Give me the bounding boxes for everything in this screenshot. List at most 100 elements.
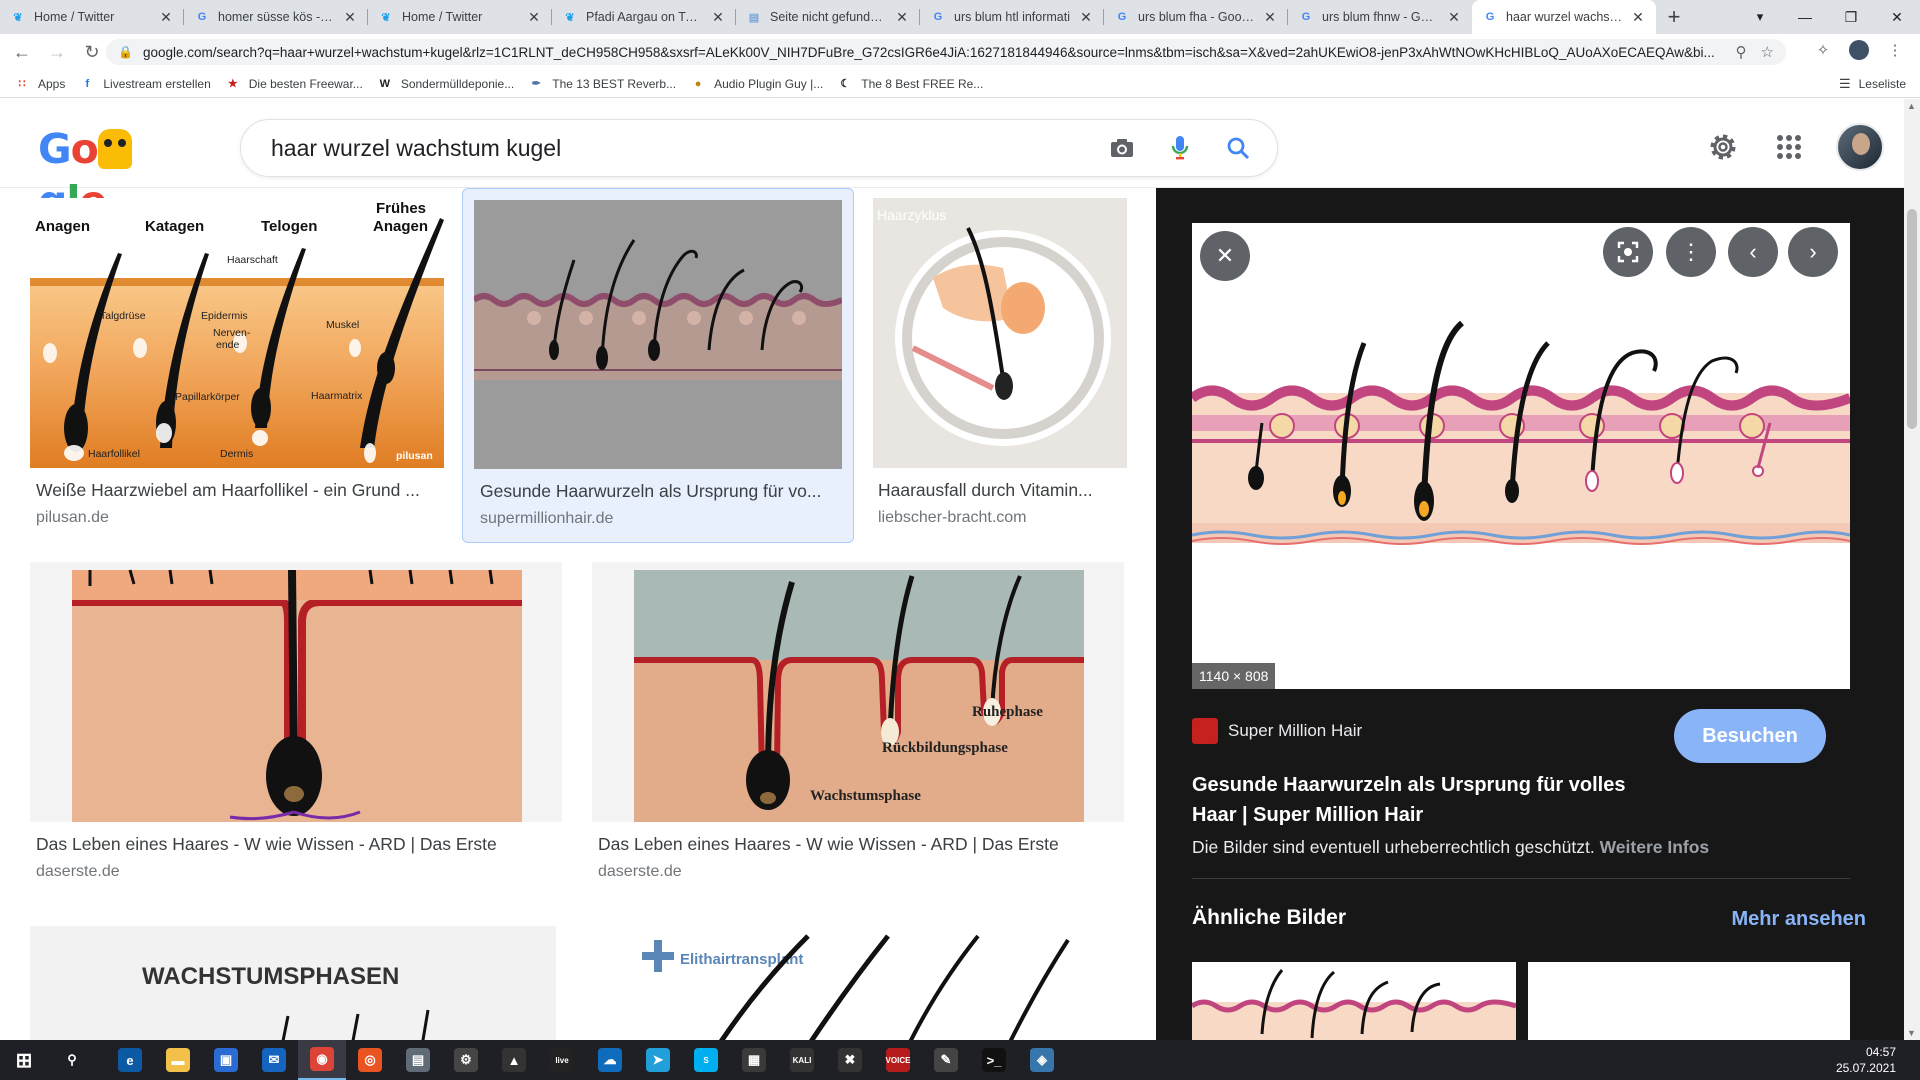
preview-source[interactable]: Super Million Hair	[1192, 718, 1362, 744]
scroll-down-icon[interactable]: ▼	[1907, 1028, 1916, 1038]
taskbar-item[interactable]: KALI	[778, 1040, 826, 1080]
taskbar-item[interactable]: ◎	[346, 1040, 394, 1080]
result-card[interactable]: Haarzyklus Haarausfall durch Vitamin... …	[868, 198, 1134, 538]
taskbar-item[interactable]: ✖	[826, 1040, 874, 1080]
bookmark-star-icon[interactable]: ☆	[1761, 43, 1774, 61]
source-name[interactable]: Super Million Hair	[1228, 721, 1362, 741]
reload-icon[interactable]: ↻	[79, 39, 105, 65]
browser-tab[interactable]: Gurs blum htl informati ✕	[920, 0, 1104, 34]
preview-image[interactable]: 1140 × 808 ✕ ⋮ ‹ ›	[1189, 223, 1852, 689]
browser-tab[interactable]: Gurs blum fhnw - Goog ✕	[1288, 0, 1472, 34]
bookmark-item[interactable]: ● Audio Plugin Guy |...	[690, 76, 824, 92]
url-text[interactable]: google.com/search?q=haar+wurzel+wachstum…	[143, 45, 1722, 60]
taskbar-item[interactable]: live	[538, 1040, 586, 1080]
result-source[interactable]: daserste.de	[36, 863, 120, 881]
taskbar-item[interactable]: ▲	[490, 1040, 538, 1080]
browser-tab[interactable]: Gurs blum fha - Google ✕	[1104, 0, 1288, 34]
taskbar-item[interactable]: ◈	[1018, 1040, 1066, 1080]
microphone-icon[interactable]	[1165, 133, 1195, 163]
search-input[interactable]: haar wurzel wachstum kugel	[240, 119, 1278, 177]
system-clock[interactable]: 04:57 25.07.2021	[1836, 1044, 1896, 1076]
taskbar-item[interactable]: VOICE	[874, 1040, 922, 1080]
taskbar-item[interactable]: ▬	[154, 1040, 202, 1080]
result-card-selected[interactable]: Gesunde Haarwurzeln als Ursprung für vo.…	[462, 188, 854, 543]
taskbar-item[interactable]: ▤	[394, 1040, 442, 1080]
tab-close-icon[interactable]: ✕	[158, 9, 174, 26]
taskbar-item[interactable]: S	[682, 1040, 730, 1080]
taskbar-item[interactable]: ➤	[634, 1040, 682, 1080]
browser-tab[interactable]: ❦ Home / Twitter ✕	[368, 0, 552, 34]
more-options-icon[interactable]: ⋮	[1666, 227, 1716, 277]
new-tab-icon[interactable]: +	[1656, 0, 1692, 34]
more-info-link[interactable]: Weitere Infos	[1600, 837, 1710, 857]
result-source[interactable]: supermillionhair.de	[480, 510, 613, 528]
search-icon[interactable]	[1223, 133, 1253, 163]
result-source[interactable]: pilusan.de	[36, 509, 109, 527]
result-source[interactable]: daserste.de	[598, 863, 682, 881]
bookmark-item[interactable]: ∷ Apps	[14, 76, 66, 92]
taskbar-item[interactable]: ▦	[730, 1040, 778, 1080]
tab-close-icon[interactable]: ✕	[1630, 9, 1646, 26]
menu-kebab-icon[interactable]: ⋮	[1884, 39, 1906, 61]
result-thumbnail[interactable]: Haarzyklus	[873, 198, 1127, 468]
result-title[interactable]: Weiße Haarzwiebel am Haarfollikel - ein …	[36, 480, 440, 501]
result-card[interactable]: Anagen Katagen Telogen Frühes Anagen Haa…	[28, 198, 448, 538]
restore-icon[interactable]: ❐	[1828, 0, 1874, 34]
result-title[interactable]: Haarausfall durch Vitamin...	[878, 480, 1128, 501]
result-title[interactable]: Das Leben eines Haares - W wie Wissen - …	[598, 834, 1118, 855]
bookmark-item[interactable]: f Livestream erstellen	[79, 76, 211, 92]
taskbar-item[interactable]: e	[106, 1040, 154, 1080]
tab-close-icon[interactable]: ✕	[1078, 9, 1094, 26]
reading-list[interactable]: ☰ Leseliste	[1839, 76, 1906, 92]
scroll-up-icon[interactable]: ▲	[1907, 101, 1916, 111]
result-title[interactable]: Das Leben eines Haares - W wie Wissen - …	[36, 834, 556, 855]
zoom-icon[interactable]: ⚲	[1736, 43, 1747, 61]
tab-close-icon[interactable]: ✕	[342, 9, 358, 26]
tab-close-icon[interactable]: ✕	[894, 9, 910, 26]
visit-button[interactable]: Besuchen	[1674, 709, 1826, 763]
settings-gear-icon[interactable]	[1704, 128, 1742, 166]
extensions-icon[interactable]: ✧	[1812, 39, 1834, 61]
tab-close-icon[interactable]: ✕	[1262, 9, 1278, 26]
taskbar-item[interactable]: ✎	[922, 1040, 970, 1080]
result-card[interactable]: Elithairtransplant	[586, 926, 1128, 1040]
browser-tab[interactable]: ❦ Pfadi Aargau on Twitte ✕	[552, 0, 736, 34]
result-thumbnail[interactable]: Elithairtransplant	[588, 926, 1126, 1040]
address-bar[interactable]: 🔒 google.com/search?q=haar+wurzel+wachst…	[106, 39, 1786, 65]
taskbar-item[interactable]: ☁	[586, 1040, 634, 1080]
forward-icon[interactable]: →	[44, 39, 70, 65]
result-source[interactable]: liebscher-bracht.com	[878, 509, 1027, 527]
tab-close-icon[interactable]: ✕	[710, 9, 726, 26]
result-thumbnail[interactable]: Anagen Katagen Telogen Frühes Anagen Haa…	[30, 198, 444, 468]
similar-image-thumb[interactable]	[1192, 962, 1516, 1040]
taskbar-item[interactable]: ⊞	[0, 1040, 48, 1080]
result-thumbnail[interactable]	[30, 562, 562, 822]
back-icon[interactable]: ←	[9, 39, 35, 65]
account-avatar[interactable]	[1836, 123, 1884, 171]
taskbar-item[interactable]: ⚙	[442, 1040, 490, 1080]
tab-close-icon[interactable]: ✕	[1446, 9, 1462, 26]
taskbar-item[interactable]: ✉	[250, 1040, 298, 1080]
result-thumbnail[interactable]: Ruhephase Rückbildungsphase Wachstumspha…	[592, 562, 1124, 822]
browser-tab[interactable]: Ghomer süsse kös - Goo ✕	[184, 0, 368, 34]
taskbar-item[interactable]: ▣	[202, 1040, 250, 1080]
result-card[interactable]: WACHSTUMSPHASEN	[28, 926, 558, 1040]
bookmark-item[interactable]: ☾ The 8 Best FREE Re...	[837, 76, 983, 92]
bookmark-item[interactable]: ✒ The 13 BEST Reverb...	[528, 76, 676, 92]
lens-search-icon[interactable]	[1603, 227, 1653, 277]
result-thumbnail[interactable]: WACHSTUMSPHASEN	[30, 926, 556, 1040]
google-doodle-logo[interactable]: Gogle	[38, 123, 172, 225]
minimize-icon[interactable]: —	[1782, 0, 1828, 34]
browser-tab[interactable]: ❦ Home / Twitter ✕	[0, 0, 184, 34]
taskbar-item[interactable]: ⚲	[48, 1040, 96, 1080]
browser-tab[interactable]: ▤ Seite nicht gefunden – ✕	[736, 0, 920, 34]
search-query-text[interactable]: haar wurzel wachstum kugel	[271, 135, 1079, 162]
tab-close-icon[interactable]: ✕	[526, 9, 542, 26]
close-window-icon[interactable]: ✕	[1874, 0, 1920, 34]
result-thumbnail[interactable]	[474, 200, 842, 469]
tab-search-icon[interactable]: ▾	[1740, 0, 1780, 34]
preview-title[interactable]: Gesunde Haarwurzeln als Ursprung für vol…	[1192, 770, 1662, 830]
scrollbar-thumb[interactable]	[1907, 209, 1917, 429]
taskbar-item[interactable]: >_	[970, 1040, 1018, 1080]
result-card[interactable]: Das Leben eines Haares - W wie Wissen - …	[28, 562, 564, 902]
